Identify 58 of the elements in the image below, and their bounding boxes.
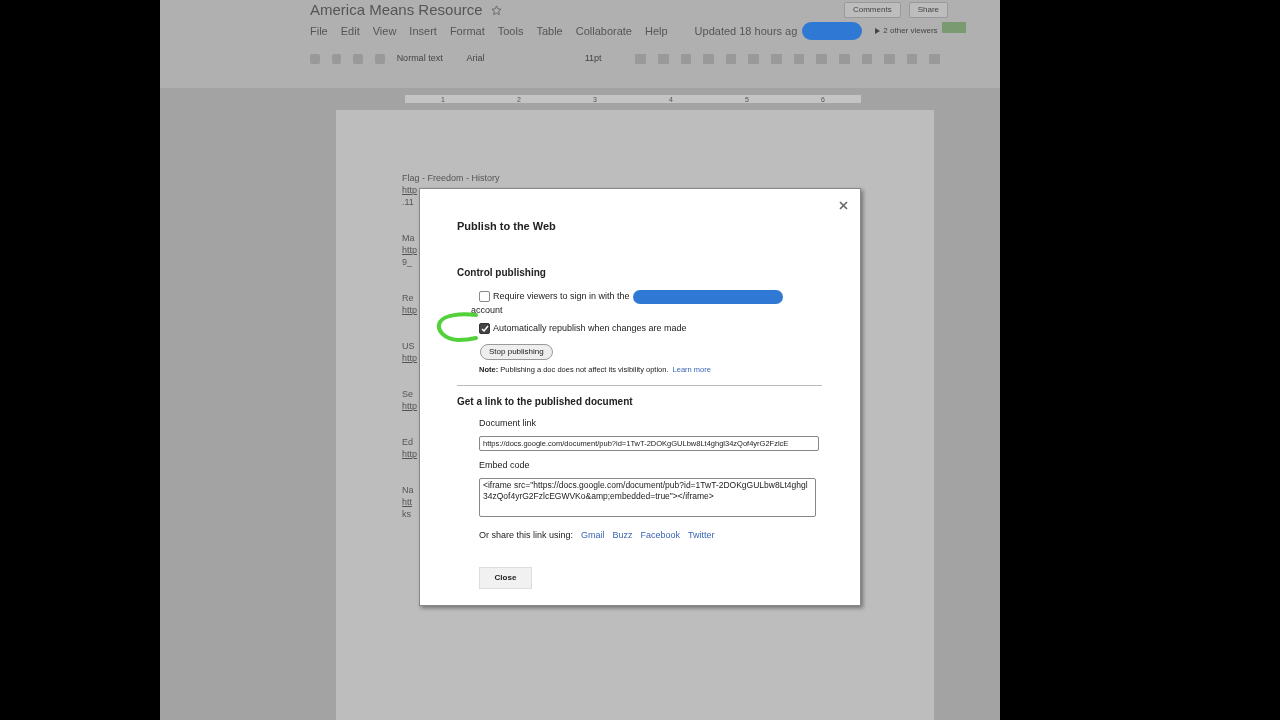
- close-icon[interactable]: [839, 201, 848, 210]
- field-label: Embed code: [479, 459, 531, 473]
- document-text[interactable]: htt: [402, 496, 412, 508]
- section-heading: Control publishing: [457, 265, 547, 280]
- menu-item[interactable]: Insert: [409, 22, 437, 40]
- embed-code-field[interactable]: <iframe src="https://docs.google.com/document/pub?id=1TwT-2DOKgGULbw8Lt4ghgl34zQof4yrG2FzlcEGWVKo&amp;embedded=true"></iframe>: [479, 477, 816, 517]
- checkbox[interactable]: [479, 323, 490, 335]
- menu-item[interactable]: View: [372, 22, 397, 40]
- expand-arrow-icon[interactable]: [875, 28, 881, 34]
- document-text[interactable]: http: [402, 448, 417, 460]
- document-text: ks: [402, 508, 411, 520]
- document-text[interactable]: http: [402, 400, 417, 412]
- comments-button[interactable]: Comments: [843, 2, 901, 18]
- document-text[interactable]: http: [402, 352, 417, 364]
- document-text: .11: [402, 196, 414, 208]
- close-button[interactable]: Close: [479, 567, 532, 590]
- menu-item[interactable]: File: [310, 22, 328, 40]
- stop-publishing-button[interactable]: Stop publishing: [480, 343, 553, 360]
- dialog-title: Publish to the Web: [457, 219, 557, 234]
- share-link[interactable]: Gmail: [581, 528, 605, 543]
- menu-item[interactable]: Format: [449, 22, 485, 40]
- menu-item[interactable]: Tools: [497, 22, 524, 40]
- font-dropdown[interactable]: Arial: [466, 52, 573, 66]
- share-link[interactable]: Buzz: [612, 528, 633, 543]
- share-link[interactable]: Facebook: [640, 528, 681, 543]
- document-title: America Means Resource: [310, 0, 483, 21]
- menu-item[interactable]: Help: [644, 22, 668, 40]
- section-heading: Get a link to the published document: [457, 394, 634, 409]
- menu-item[interactable]: Table: [536, 22, 563, 40]
- viewers-text[interactable]: 2 other viewers: [883, 25, 938, 37]
- document-text: US: [402, 340, 415, 352]
- document-text: 9_: [402, 256, 412, 268]
- document-text[interactable]: http: [402, 244, 417, 256]
- menu-item[interactable]: Edit: [340, 22, 360, 40]
- document-text: Ed: [402, 436, 413, 448]
- document-text: Na: [402, 484, 414, 496]
- update-status: Updated 18 hours ag: [694, 23, 798, 39]
- star-icon[interactable]: [490, 5, 502, 16]
- checkbox[interactable]: [479, 291, 490, 302]
- document-text: Flag - Freedom - History: [402, 172, 500, 184]
- document-text: Ma: [402, 232, 415, 244]
- style-dropdown[interactable]: Normal text: [396, 52, 455, 66]
- document-text[interactable]: http: [402, 304, 417, 316]
- share-button[interactable]: Share: [908, 2, 948, 18]
- share-link[interactable]: Twitter: [688, 528, 715, 543]
- document-text[interactable]: http: [402, 184, 417, 196]
- menu-item[interactable]: Collaborate: [575, 22, 632, 40]
- circle-annotation: [436, 312, 478, 342]
- option-label: Require viewers to sign in with the: [493, 289, 630, 303]
- document-text: Se: [402, 388, 413, 400]
- document-text: Re: [402, 292, 414, 304]
- redaction-mark: [802, 22, 863, 40]
- color-swatch-icon: [942, 22, 966, 33]
- option-label: account: [471, 303, 504, 317]
- option-label: Automatically republish when changes are made: [493, 322, 687, 335]
- size-dropdown[interactable]: 11pt: [584, 52, 624, 66]
- field-label: Document link: [479, 416, 538, 430]
- share-label: Or share this link using:: [479, 528, 574, 542]
